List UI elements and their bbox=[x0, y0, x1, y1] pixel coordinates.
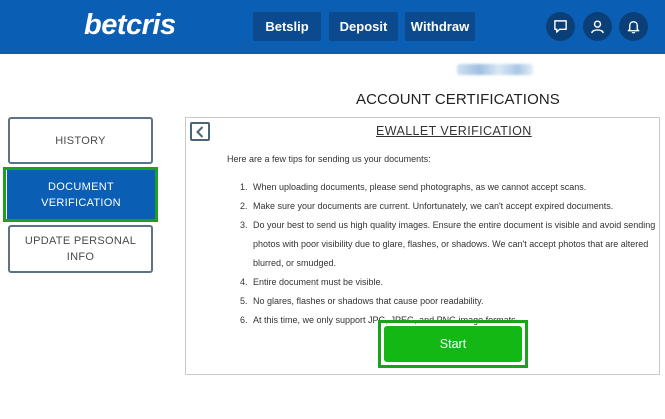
sidebar-item-label: UPDATE PERSONAL bbox=[24, 235, 137, 247]
top-navigation-bar: betcris Betslip Deposit Withdraw bbox=[0, 0, 665, 54]
sidebar-item-document-verification[interactable]: DOCUMENT VERIFICATION bbox=[7, 170, 155, 219]
withdraw-button[interactable]: Withdraw bbox=[405, 12, 475, 41]
user-icon[interactable] bbox=[583, 12, 612, 41]
tips-intro-text: Here are a few tips for sending us your … bbox=[227, 154, 431, 164]
sidebar-item-history[interactable]: HISTORY bbox=[8, 117, 153, 164]
list-item: 1. When uploading documents, please send … bbox=[240, 182, 587, 192]
sidebar-item-label: HISTORY bbox=[55, 134, 106, 147]
page-title: ACCOUNT CERTIFICATIONS bbox=[356, 91, 560, 108]
bell-icon[interactable] bbox=[619, 12, 648, 41]
deposit-button[interactable]: Deposit bbox=[329, 12, 398, 41]
back-button[interactable] bbox=[190, 122, 210, 141]
sidebar-item-label: DOCUMENT bbox=[48, 180, 114, 193]
sidebar-item-update-personal-info[interactable]: UPDATE PERSONAL INFO bbox=[8, 225, 153, 273]
betslip-button[interactable]: Betslip bbox=[253, 12, 321, 41]
sidebar-item-label: INFO bbox=[66, 251, 95, 263]
chevron-left-icon bbox=[196, 125, 204, 138]
list-item-continuation: photos with poor visibility due to glare… bbox=[253, 239, 649, 249]
sidebar-item-label: VERIFICATION bbox=[41, 196, 121, 209]
list-item: 2. Make sure your documents are current. … bbox=[240, 201, 614, 211]
blurred-username bbox=[457, 64, 533, 75]
betcris-logo[interactable]: betcris bbox=[84, 9, 176, 42]
list-item: 3. Do your best to send us high quality i… bbox=[240, 220, 656, 230]
ewallet-verification-title: EWALLET VERIFICATION bbox=[376, 124, 532, 138]
list-item-continuation: blurred, or smudged. bbox=[253, 258, 337, 268]
list-item: 4. Entire document must be visible. bbox=[240, 277, 384, 287]
chat-icon[interactable] bbox=[546, 12, 575, 41]
list-item: 5. No glares, flashes or shadows that cau… bbox=[240, 296, 484, 306]
start-button[interactable]: Start bbox=[384, 326, 522, 362]
